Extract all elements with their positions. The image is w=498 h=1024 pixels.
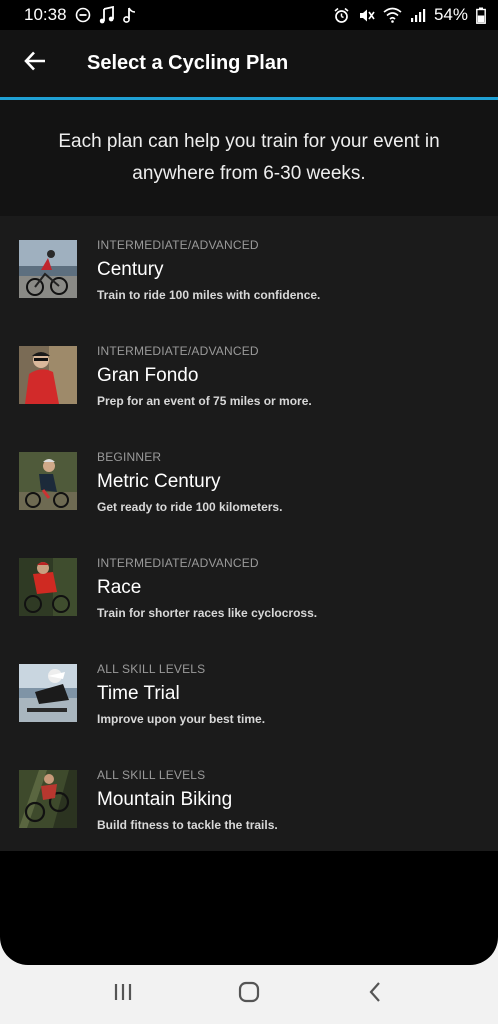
home-button[interactable] <box>229 975 269 1015</box>
intro-banner: Each plan can help you train for your ev… <box>0 100 498 216</box>
plan-description: Build fitness to tackle the trails. <box>97 818 278 832</box>
plan-item-century[interactable]: INTERMEDIATE/ADVANCED Century Train to r… <box>0 216 498 322</box>
plan-item-race[interactable]: INTERMEDIATE/ADVANCED Race Train for sho… <box>0 534 498 640</box>
back-arrow-icon <box>24 51 46 76</box>
app-bar: Select a Cycling Plan <box>0 30 498 97</box>
do-not-disturb-icon <box>75 7 91 23</box>
plan-name: Race <box>97 577 142 598</box>
plan-item-time-trial[interactable]: ALL SKILL LEVELS Time Trial Improve upon… <box>0 640 498 746</box>
plan-name: Century <box>97 259 164 280</box>
plan-thumbnail <box>19 664 77 722</box>
plan-level: ALL SKILL LEVELS <box>97 662 206 676</box>
plan-name: Mountain Biking <box>97 789 233 810</box>
plan-description: Train to ride 100 miles with confidence. <box>97 288 321 302</box>
music-note-icon <box>99 6 115 24</box>
intro-text: Each plan can help you train for your ev… <box>58 131 440 184</box>
system-nav-bar <box>0 965 498 1024</box>
home-icon <box>238 981 260 1008</box>
mute-icon <box>358 7 375 24</box>
plan-item-mountain-biking[interactable]: ALL SKILL LEVELS Mountain Biking Build f… <box>0 746 498 852</box>
recent-apps-button[interactable] <box>103 975 143 1015</box>
plan-name: Metric Century <box>97 471 221 492</box>
system-back-button[interactable] <box>355 975 395 1015</box>
plan-text: INTERMEDIATE/ADVANCED Century Train to r… <box>97 238 320 302</box>
plan-text: ALL SKILL LEVELS Mountain Biking Build f… <box>97 768 278 832</box>
battery-icon <box>476 7 486 24</box>
plan-thumbnail <box>19 346 77 404</box>
plan-name: Gran Fondo <box>97 365 199 386</box>
plan-thumbnail <box>19 452 77 510</box>
plan-name: Time Trial <box>97 683 180 704</box>
back-icon <box>368 981 382 1008</box>
plan-description: Improve upon your best time. <box>97 712 266 726</box>
plan-description: Prep for an event of 75 miles or more. <box>97 394 312 408</box>
plan-level: INTERMEDIATE/ADVANCED <box>97 238 259 252</box>
plan-description: Train for shorter races like cyclocross. <box>97 606 318 620</box>
status-time: 10:38 <box>24 5 67 24</box>
plan-thumbnail <box>19 770 77 828</box>
page-title: Select a Cycling Plan <box>87 52 289 74</box>
plan-level: ALL SKILL LEVELS <box>97 768 206 782</box>
plan-item-metric-century[interactable]: BEGINNER Metric Century Get ready to rid… <box>0 428 498 534</box>
status-bar: 10:38 54% <box>0 0 498 30</box>
plan-level: BEGINNER <box>97 450 162 464</box>
tiktok-icon <box>122 6 137 24</box>
plan-text: INTERMEDIATE/ADVANCED Gran Fondo Prep fo… <box>97 344 312 408</box>
plan-thumbnail <box>19 558 77 616</box>
plan-level: INTERMEDIATE/ADVANCED <box>97 344 259 358</box>
back-button[interactable] <box>0 30 70 97</box>
plan-text: INTERMEDIATE/ADVANCED Race Train for sho… <box>97 556 317 620</box>
plan-thumbnail <box>19 240 77 298</box>
signal-icon <box>410 7 426 23</box>
plan-text: ALL SKILL LEVELS Time Trial Improve upon… <box>97 662 265 726</box>
app-screen: 10:38 54% Select a Cycling Plan Each pla… <box>0 0 498 965</box>
wifi-icon <box>383 7 402 23</box>
plan-list: INTERMEDIATE/ADVANCED Century Train to r… <box>0 216 498 851</box>
recent-apps-icon <box>112 982 134 1007</box>
battery-percent: 54% <box>433 5 468 24</box>
plan-text: BEGINNER Metric Century Get ready to rid… <box>97 450 282 514</box>
plan-level: INTERMEDIATE/ADVANCED <box>97 556 259 570</box>
plan-description: Get ready to ride 100 kilometers. <box>97 500 283 514</box>
plan-item-gran-fondo[interactable]: INTERMEDIATE/ADVANCED Gran Fondo Prep fo… <box>0 322 498 428</box>
alarm-icon <box>333 7 350 24</box>
